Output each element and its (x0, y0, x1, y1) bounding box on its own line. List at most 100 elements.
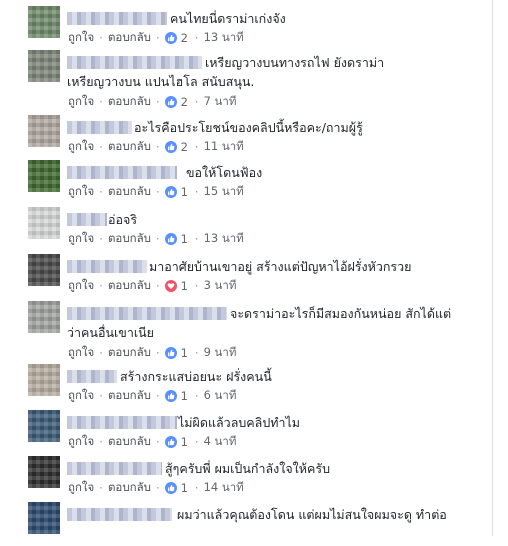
like-icon[interactable] (164, 482, 177, 494)
like-icon[interactable] (164, 347, 177, 359)
like-link[interactable]: ถูกใจ (68, 387, 94, 405)
reply-link[interactable]: ตอบกลับ (108, 29, 151, 47)
like-icon[interactable] (164, 96, 177, 108)
avatar[interactable] (28, 115, 60, 147)
reaction-count[interactable]: 1 (181, 481, 188, 495)
like-icon[interactable] (164, 233, 177, 245)
separator-dot: · (194, 481, 199, 495)
avatar[interactable] (28, 254, 60, 286)
comment-timestamp[interactable]: 3 นาที (204, 277, 237, 295)
avatar[interactable] (28, 301, 60, 333)
reply-link[interactable]: ตอบกลับ (108, 93, 151, 111)
reaction-count[interactable]: 2 (181, 95, 188, 109)
separator-dot: · (99, 481, 103, 495)
avatar[interactable] (28, 207, 60, 239)
commenter-name[interactable] (67, 307, 227, 320)
separator-dot: · (155, 279, 160, 293)
separator-dot: · (99, 31, 103, 45)
like-link[interactable]: ถูกใจ (68, 183, 94, 201)
love-icon[interactable] (164, 280, 177, 292)
comment-timestamp[interactable]: 15 นาที (204, 183, 244, 201)
avatar[interactable] (28, 502, 60, 534)
like-icon[interactable] (164, 32, 177, 44)
reaction-count[interactable]: 1 (181, 185, 188, 199)
comment-timestamp[interactable]: 6 นาที (204, 387, 237, 405)
like-icon[interactable] (164, 141, 177, 153)
reaction-count[interactable]: 2 (181, 31, 188, 45)
comment: คนไทยนี่ดราม่าเก่งจัง ถูกใจ · ตอบกลับ · 2 · 13 … (0, 6, 492, 50)
reaction-count[interactable]: 1 (181, 435, 188, 449)
comment: จะดราม่าอะไรก็มีสมองกันหน่อย สักได้แต่ ว่… (0, 301, 492, 363)
comment-timestamp[interactable]: 7 นาที (204, 93, 237, 111)
commenter-name[interactable] (67, 56, 202, 69)
like-link[interactable]: ถูกใจ (68, 277, 94, 295)
comment-actions: ถูกใจ · ตอบกลับ · 2 · 11 นาที (68, 139, 244, 155)
comment-actions: ถูกใจ · ตอบกลับ · 2 · 7 นาที (68, 94, 236, 110)
commenter-name[interactable] (67, 462, 162, 475)
separator-dot: · (99, 232, 103, 246)
comment-actions: ถูกใจ · ตอบกลับ · 1 · 3 นาที (68, 278, 236, 294)
avatar[interactable] (28, 410, 60, 442)
reply-link[interactable]: ตอบกลับ (108, 183, 151, 201)
like-icon[interactable] (164, 436, 177, 448)
separator-dot: · (155, 31, 160, 45)
comment-timestamp[interactable]: 13 นาที (204, 230, 244, 248)
reply-link[interactable]: ตอบกลับ (108, 433, 151, 451)
like-link[interactable]: ถูกใจ (68, 93, 94, 111)
commenter-name[interactable] (67, 166, 177, 179)
commenter-name[interactable] (67, 370, 117, 383)
separator-dot: · (155, 232, 160, 246)
separator-dot: · (155, 389, 160, 403)
separator-dot: · (99, 279, 103, 293)
like-icon[interactable] (164, 390, 177, 402)
reaction-count[interactable]: 1 (181, 279, 188, 293)
commenter-name[interactable] (67, 260, 147, 273)
separator-dot: · (194, 435, 199, 449)
commenter-name[interactable] (67, 213, 107, 226)
commenter-name[interactable] (67, 12, 167, 25)
avatar[interactable] (28, 364, 60, 396)
comment-actions: ถูกใจ · ตอบกลับ · 1 · 9 นาที (68, 345, 236, 361)
reply-link[interactable]: ตอบกลับ (108, 277, 151, 295)
comment-actions: ถูกใจ · ตอบกลับ · 1 · 4 นาที (68, 434, 236, 450)
separator-dot: · (194, 31, 199, 45)
avatar[interactable] (28, 50, 60, 82)
reply-link[interactable]: ตอบกลับ (108, 230, 151, 248)
like-link[interactable]: ถูกใจ (68, 29, 94, 47)
comment-text: สร้างกระแสบ่อยนะ ฝรั่งคนนี้ (120, 369, 272, 384)
reaction-count[interactable]: 1 (181, 232, 188, 246)
reaction-count[interactable]: 1 (181, 346, 188, 360)
commenter-name[interactable] (67, 416, 177, 429)
scroll-divider (492, 0, 493, 536)
comment-timestamp[interactable]: 11 นาที (204, 138, 244, 156)
comment-timestamp[interactable]: 9 นาที (204, 344, 237, 362)
like-icon[interactable] (164, 186, 177, 198)
comment-timestamp[interactable]: 14 นาที (204, 479, 244, 497)
commenter-name[interactable] (67, 508, 172, 521)
comment-text: สู้ๆครับพี่ ผมเป็นกำลังใจให้ครับ (165, 461, 331, 476)
avatar[interactable] (28, 160, 60, 192)
comment-timestamp[interactable]: 13 นาที (204, 29, 244, 47)
reaction-count[interactable]: 1 (181, 389, 188, 403)
comment: เหรียญวางบนทางรถไฟ ยังดราม่า เหรียญวางบน … (0, 50, 492, 112)
commenter-name[interactable] (67, 121, 132, 134)
reply-link[interactable]: ตอบกลับ (108, 387, 151, 405)
reply-link[interactable]: ตอบกลับ (108, 479, 151, 497)
like-link[interactable]: ถูกใจ (68, 479, 94, 497)
comment-thread: คนไทยนี่ดราม่าเก่งจัง ถูกใจ · ตอบกลับ · 2 · 13 … (0, 0, 508, 536)
comment-text-line2: เหรียญวางบน แปนไฮโล สนับสนุน. (67, 74, 255, 89)
reply-link[interactable]: ตอบกลับ (108, 344, 151, 362)
separator-dot: · (155, 185, 160, 199)
separator-dot: · (194, 346, 199, 360)
comment-text: มาอาศัยบ้านเขาอยู่ สร้างแต่ปัญหาไอ้ฝรั่ง… (149, 259, 412, 274)
avatar[interactable] (28, 6, 60, 38)
like-link[interactable]: ถูกใจ (68, 344, 94, 362)
comment-timestamp[interactable]: 4 นาที (204, 433, 237, 451)
avatar[interactable] (28, 456, 60, 488)
reply-link[interactable]: ตอบกลับ (108, 138, 151, 156)
like-link[interactable]: ถูกใจ (68, 138, 94, 156)
like-link[interactable]: ถูกใจ (68, 230, 94, 248)
reaction-count[interactable]: 2 (181, 140, 188, 154)
like-link[interactable]: ถูกใจ (68, 433, 94, 451)
separator-dot: · (155, 95, 160, 109)
